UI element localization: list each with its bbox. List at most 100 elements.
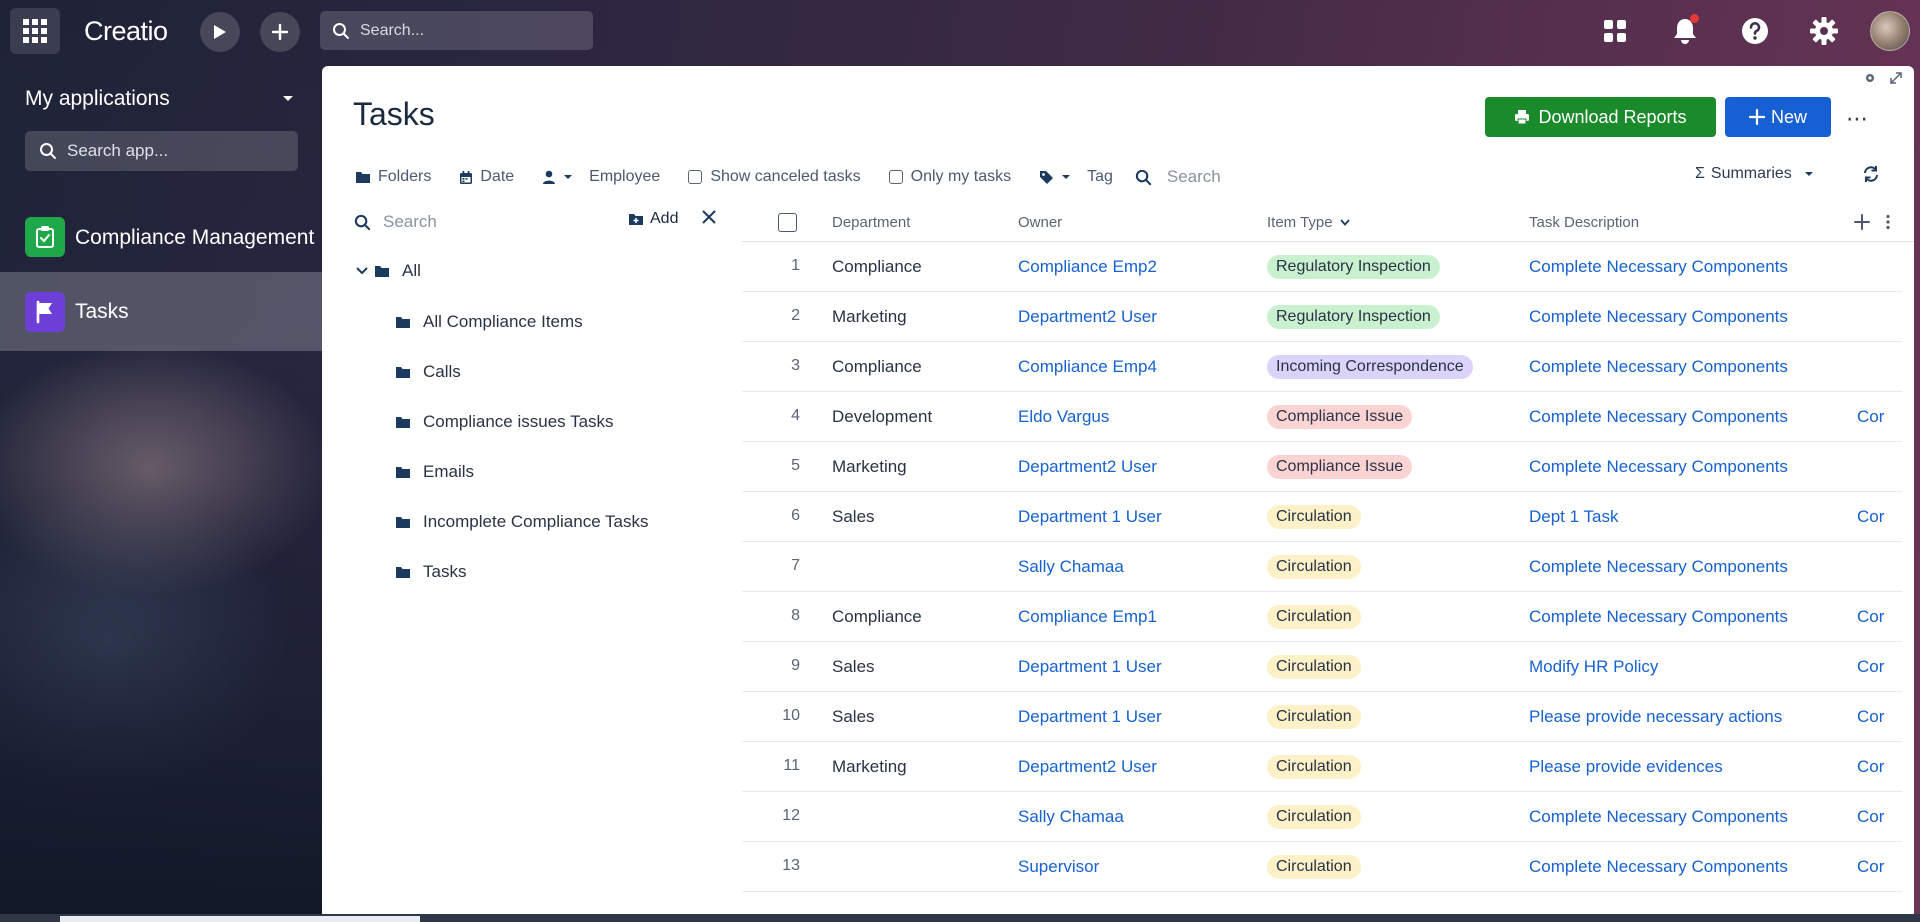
date-filter[interactable]: Date — [459, 168, 514, 186]
owner-link[interactable]: Compliance Emp2 — [1018, 257, 1157, 277]
table-row[interactable]: 2 Marketing Department2 User Regulatory Ins… — [742, 292, 1902, 342]
help-button[interactable] — [1738, 14, 1772, 48]
caret-down-icon[interactable] — [282, 95, 294, 103]
owner-link[interactable]: Department 1 User — [1018, 507, 1162, 527]
grid-search-input[interactable] — [1166, 167, 1287, 187]
owner-link[interactable]: Department 1 User — [1018, 657, 1162, 677]
folder-search-input[interactable] — [383, 212, 613, 232]
table-row[interactable]: 8 Compliance Compliance Emp1 Circulation Com… — [742, 592, 1902, 642]
search-icon — [1135, 169, 1152, 185]
table-row[interactable]: 3 Compliance Compliance Emp4 Incoming Corre… — [742, 342, 1902, 392]
select-all-checkbox[interactable] — [778, 213, 797, 232]
checkbox[interactable] — [888, 170, 903, 184]
owner-link[interactable]: Sally Chamaa — [1018, 557, 1124, 577]
user-avatar[interactable] — [1870, 11, 1910, 51]
task-description-link[interactable]: Complete Necessary Components — [1529, 257, 1788, 277]
column-header-department[interactable]: Department — [832, 214, 910, 231]
table-row[interactable]: 12 Sally Chamaa Circulation Complete Necess… — [742, 792, 1902, 842]
overflow-cell-link[interactable]: Cor — [1857, 507, 1884, 527]
task-description-link[interactable]: Complete Necessary Components — [1529, 807, 1788, 827]
column-header-item-type[interactable]: Item Type — [1267, 214, 1350, 231]
sidebar-item-compliance-management[interactable]: Compliance Management — [0, 202, 322, 272]
overflow-cell-link[interactable]: Cor — [1857, 807, 1884, 827]
add-button[interactable] — [260, 12, 300, 52]
more-actions-button[interactable]: ⋯ — [1846, 106, 1869, 132]
settings-button[interactable] — [1807, 14, 1841, 48]
scroll-thumb[interactable] — [60, 916, 420, 922]
grid-search[interactable] — [1135, 167, 1287, 187]
add-column-icon[interactable] — [1854, 214, 1870, 230]
folder-item[interactable]: Calls — [395, 362, 461, 382]
overflow-cell-link[interactable]: Cor — [1857, 757, 1884, 777]
expand-icon[interactable] — [1890, 72, 1902, 84]
app-search[interactable] — [25, 131, 298, 171]
refresh-icon[interactable] — [1862, 165, 1880, 183]
command-button[interactable] — [1598, 14, 1632, 48]
folder-item[interactable]: Incomplete Compliance Tasks — [395, 512, 649, 532]
task-description-link[interactable]: Complete Necessary Components — [1529, 457, 1788, 477]
task-description-link[interactable]: Please provide necessary actions — [1529, 707, 1782, 727]
task-description-link[interactable]: Modify HR Policy — [1529, 657, 1658, 677]
app-search-input[interactable] — [67, 141, 287, 161]
table-row[interactable]: 5 Marketing Department2 User Compliance Iss… — [742, 442, 1902, 492]
checkbox[interactable] — [688, 170, 703, 184]
column-header-owner[interactable]: Owner — [1018, 214, 1062, 231]
folder-item[interactable]: All Compliance Items — [395, 312, 583, 332]
folder-item[interactable]: Compliance issues Tasks — [395, 412, 614, 432]
overflow-cell-link[interactable]: Cor — [1857, 407, 1884, 427]
table-row[interactable]: 9 Sales Department 1 User Circulation Modify… — [742, 642, 1902, 692]
task-description-link[interactable]: Complete Necessary Components — [1529, 557, 1788, 577]
column-header-task-description[interactable]: Task Description — [1529, 214, 1639, 231]
task-description-link[interactable]: Complete Necessary Components — [1529, 607, 1788, 627]
download-reports-button[interactable]: Download Reports — [1485, 97, 1716, 137]
table-row[interactable]: 1 Compliance Compliance Emp2 Regulatory Ins… — [742, 242, 1902, 292]
global-search[interactable] — [320, 11, 593, 50]
column-menu-icon[interactable] — [1885, 214, 1891, 230]
new-button[interactable]: New — [1725, 97, 1831, 137]
overflow-cell-link[interactable]: Cor — [1857, 607, 1884, 627]
table-row[interactable]: 6 Sales Department 1 User Circulation Dept 1… — [742, 492, 1902, 542]
task-description-link[interactable]: Complete Necessary Components — [1529, 357, 1788, 377]
sidebar-item-tasks[interactable]: Tasks — [0, 272, 322, 351]
table-row[interactable]: 13 Supervisor Circulation Complete Necessar… — [742, 842, 1902, 892]
owner-link[interactable]: Department 1 User — [1018, 707, 1162, 727]
folder-item[interactable]: Emails — [395, 462, 474, 482]
folder-root-all[interactable]: All — [356, 261, 421, 281]
tag-filter[interactable]: Tag — [1039, 168, 1113, 186]
app-launcher-button[interactable] — [10, 8, 60, 54]
owner-link[interactable]: Supervisor — [1018, 857, 1099, 877]
task-description-link[interactable]: Complete Necessary Components — [1529, 307, 1788, 327]
owner-link[interactable]: Eldo Vargus — [1018, 407, 1109, 427]
close-icon[interactable] — [702, 210, 716, 224]
small-gear-icon[interactable] — [1864, 72, 1876, 84]
owner-link[interactable]: Department2 User — [1018, 307, 1157, 327]
folder-item[interactable]: Tasks — [395, 562, 466, 582]
show-canceled-checkbox[interactable]: Show canceled tasks — [688, 168, 861, 186]
overflow-cell-link[interactable]: Cor — [1857, 707, 1884, 727]
employee-filter[interactable]: Employee — [542, 168, 660, 186]
chevron-down-icon[interactable] — [356, 267, 368, 275]
table-row[interactable]: 4 Development Eldo Vargus Compliance Issue C… — [742, 392, 1902, 442]
notifications-button[interactable] — [1668, 14, 1702, 48]
table-row[interactable]: 11 Marketing Department2 User Circulation Pl… — [742, 742, 1902, 792]
table-row[interactable]: 7 Sally Chamaa Circulation Complete Necessa… — [742, 542, 1902, 592]
help-icon — [1742, 18, 1768, 44]
overflow-cell-link[interactable]: Cor — [1857, 657, 1884, 677]
folders-filter[interactable]: Folders — [355, 168, 431, 186]
owner-link[interactable]: Department2 User — [1018, 757, 1157, 777]
task-description-link[interactable]: Complete Necessary Components — [1529, 407, 1788, 427]
table-row[interactable]: 10 Sales Department 1 User Circulation Pleas… — [742, 692, 1902, 742]
overflow-cell-link[interactable]: Cor — [1857, 857, 1884, 877]
summaries-dropdown[interactable]: Σ Summaries — [1695, 165, 1814, 183]
owner-link[interactable]: Compliance Emp4 — [1018, 357, 1157, 377]
only-my-tasks-checkbox[interactable]: Only my tasks — [888, 168, 1011, 186]
owner-link[interactable]: Compliance Emp1 — [1018, 607, 1157, 627]
global-search-input[interactable] — [360, 21, 580, 40]
task-description-link[interactable]: Please provide evidences — [1529, 757, 1723, 777]
owner-link[interactable]: Sally Chamaa — [1018, 807, 1124, 827]
owner-link[interactable]: Department2 User — [1018, 457, 1157, 477]
run-process-button[interactable] — [200, 12, 240, 52]
add-folder-button[interactable]: Add — [628, 210, 678, 228]
task-description-link[interactable]: Complete Necessary Components — [1529, 857, 1788, 877]
task-description-link[interactable]: Dept 1 Task — [1529, 507, 1618, 527]
